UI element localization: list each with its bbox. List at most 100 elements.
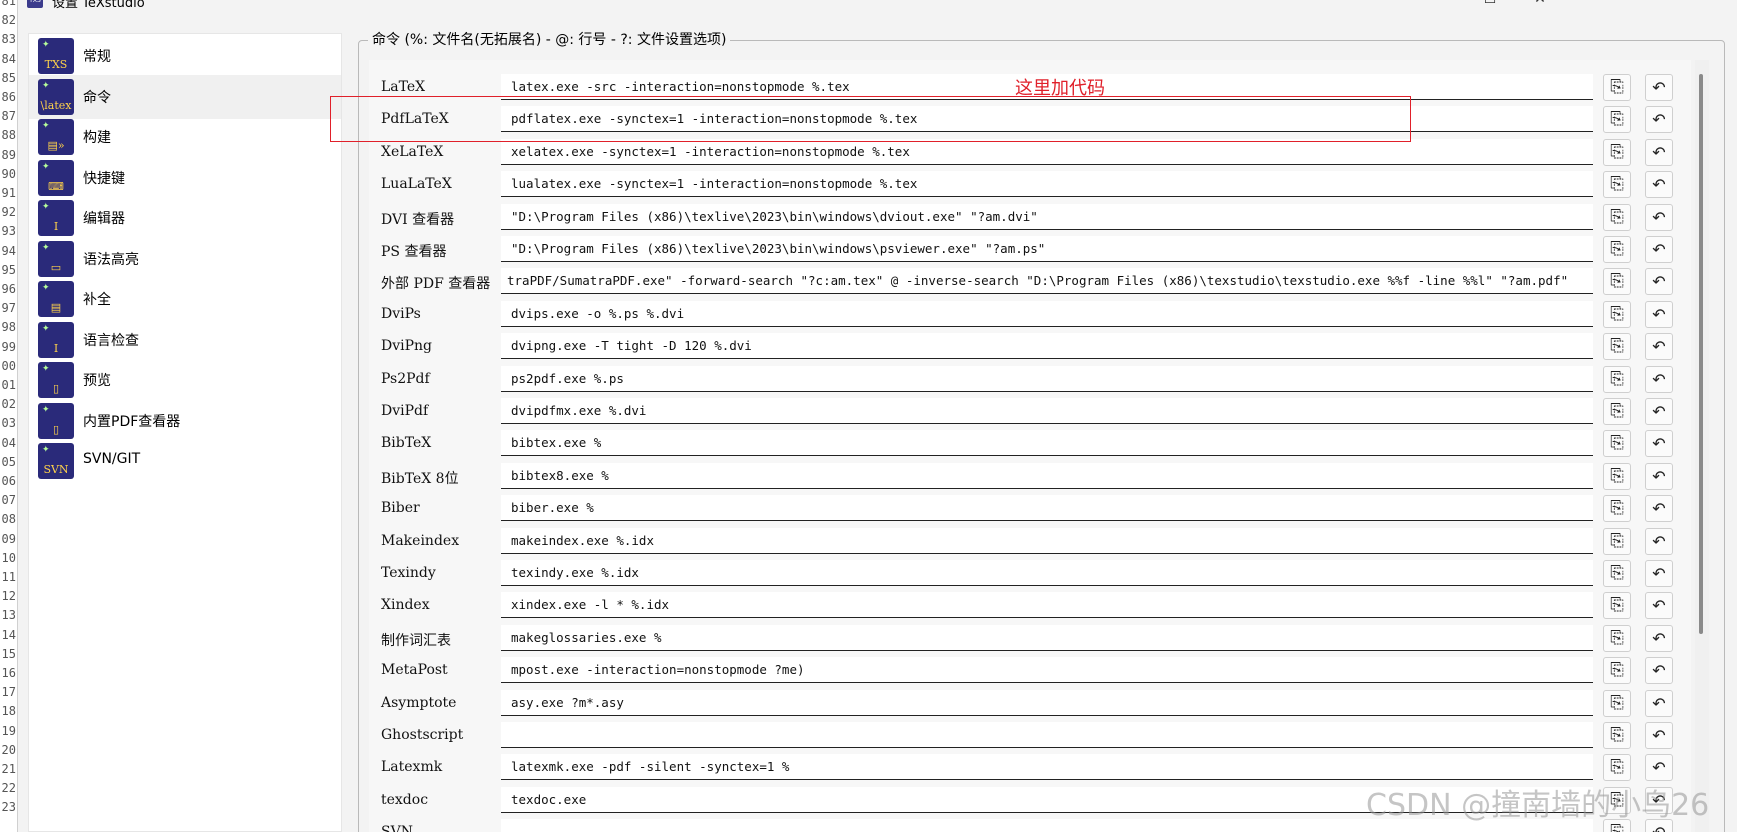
annotation-text: 这里加代码 [1015,78,1105,99]
open-file-icon[interactable]: ⎘ [1603,398,1631,425]
undo-icon[interactable]: ↶ [1645,138,1673,166]
sidebar-item-8[interactable]: ✦ ▯ 预览 [29,358,341,402]
sidebar-item-5[interactable]: ✦ ▭ 语法高亮 [29,237,341,281]
line-number: 23 [1,800,16,815]
command-row: Ps2Pdf ps2pdf.exe %.ps ⎘ ↶ [369,364,1691,394]
command-label: Texindy [381,565,436,581]
open-file-icon[interactable]: ⎘ [1603,365,1631,393]
sidebar-item-7[interactable]: ✦ I 语言检查 [29,318,341,362]
sidebar-item-9[interactable]: ✦ ▯ 内置PDF查看器 [29,399,341,443]
undo-icon[interactable]: ↶ [1645,754,1673,782]
open-file-icon[interactable]: ⎘ [1603,657,1631,685]
undo-icon[interactable]: ↶ [1645,333,1673,361]
line-number: 99 [1,339,16,354]
open-file-icon[interactable]: ⎘ [1603,236,1631,263]
command-input[interactable]: biber.exe % [501,495,1593,522]
line-number: 94 [1,243,16,258]
vertical-scrollbar[interactable] [1695,60,1709,832]
undo-icon[interactable]: ↶ [1645,236,1673,263]
undo-icon[interactable]: ↶ [1645,624,1673,652]
sidebar-item-0[interactable]: ✦ TXS 常规 [29,34,341,78]
open-file-icon[interactable]: ⎘ [1603,560,1631,587]
command-input[interactable] [501,722,1593,748]
maximize-icon[interactable]: ☐ [1480,0,1500,7]
internal-pdf-viewer-icon: ✦ ▯ [38,402,74,439]
line-number: 84 [1,51,16,66]
command-input[interactable]: bibtex.exe % [501,430,1593,457]
sidebar-item-10[interactable]: ✦ SVN SVN/GIT [29,439,341,483]
command-input[interactable]: bibtex8.exe % [501,462,1593,489]
undo-icon[interactable]: ↶ [1645,203,1673,231]
sidebar-item-3[interactable]: ✦ ⌨ 快捷键 [29,156,341,200]
open-file-icon[interactable]: ⎘ [1603,754,1631,782]
undo-icon[interactable]: ↶ [1645,365,1673,393]
command-input[interactable]: xindex.exe -l * %.idx [501,592,1593,619]
sidebar-item-label: 命令 [83,89,111,106]
open-file-icon[interactable]: ⎘ [1603,333,1631,361]
command-input[interactable]: ps2pdf.exe %.ps [501,365,1593,392]
open-file-icon[interactable]: ⎘ [1603,495,1631,523]
command-label: BibTeX [381,435,432,452]
undo-icon[interactable]: ↶ [1645,527,1673,555]
open-file-icon[interactable]: ⎘ [1603,624,1631,652]
open-file-icon[interactable]: ⎘ [1603,722,1631,749]
undo-icon[interactable]: ↶ [1645,560,1673,587]
command-input[interactable]: makeglossaries.exe % [501,624,1593,651]
window-title: 设置 TeXstudio [52,0,145,11]
line-number: 98 [1,320,16,335]
command-input[interactable]: texindy.exe %.idx [501,560,1593,586]
minimize-icon[interactable]: — [1421,0,1441,7]
undo-icon[interactable]: ↶ [1645,430,1673,458]
command-input[interactable]: latexmk.exe -pdf -silent -synctex=1 % [501,754,1593,781]
open-file-icon[interactable]: ⎘ [1603,203,1631,231]
command-label: Ghostscript [381,727,464,743]
command-input[interactable]: lualatex.exe -synctex=1 -interaction=non… [501,171,1593,198]
command-input[interactable]: "D:\Program Files (x86)\texlive\2023\bin… [501,203,1593,230]
undo-icon[interactable]: ↶ [1645,722,1673,749]
open-file-icon[interactable]: ⎘ [1603,462,1631,490]
sidebar-item-label: 编辑器 [83,211,125,227]
undo-icon[interactable]: ↶ [1645,268,1673,296]
undo-icon[interactable]: ↶ [1645,657,1673,685]
open-file-icon[interactable]: ⎘ [1603,171,1631,199]
icon-glyph: \latex [40,98,72,112]
sidebar-item-2[interactable]: ✦ ▤» 构建 [29,115,341,159]
command-input[interactable]: dvipdfmx.exe %.dvi [501,398,1593,424]
sparkle-icon: ✦ [42,283,50,293]
undo-icon[interactable]: ↶ [1645,495,1673,523]
scrollbar-thumb[interactable] [1699,74,1703,634]
undo-icon[interactable]: ↶ [1645,398,1673,425]
sidebar-item-4[interactable]: ✦ I 编辑器 [29,196,341,240]
sidebar-item-1[interactable]: ✦ \latex 命令 [29,74,341,119]
command-input[interactable]: traPDF/SumatraPDF.exe" -forward-search "… [501,268,1593,295]
open-file-icon[interactable]: ⎘ [1603,138,1631,166]
undo-icon[interactable]: ↶ [1645,689,1673,717]
undo-icon[interactable]: ↶ [1645,74,1673,101]
undo-icon[interactable]: ↶ [1645,592,1673,620]
command-input[interactable]: dvips.exe -o %.ps %.dvi [501,300,1593,327]
icon-glyph: I [53,341,59,355]
undo-icon[interactable]: ↶ [1645,171,1673,199]
open-file-icon[interactable]: ⎘ [1603,268,1631,296]
undo-icon[interactable]: ↶ [1645,300,1673,328]
command-row: DVI 查看器 "D:\Program Files (x86)\texlive\2… [369,202,1691,232]
open-file-icon[interactable]: ⎘ [1603,430,1631,458]
open-file-icon[interactable]: ⎘ [1603,527,1631,555]
undo-icon[interactable]: ↶ [1645,106,1673,134]
close-icon[interactable]: ✕ [1530,0,1550,7]
command-input[interactable]: xelatex.exe -synctex=1 -interaction=nons… [501,138,1593,165]
sidebar-item-6[interactable]: ✦ ▤ 补全 [29,277,341,321]
open-file-icon[interactable]: ⎘ [1603,689,1631,717]
open-file-icon[interactable]: ⎘ [1603,74,1631,101]
command-input[interactable]: asy.exe ?m*.asy [501,689,1593,716]
undo-icon[interactable]: ↶ [1645,462,1673,490]
command-input[interactable]: "D:\Program Files (x86)\texlive\2023\bin… [501,236,1593,262]
open-file-icon[interactable]: ⎘ [1603,106,1631,134]
build-icon: ✦ ▤» [38,119,74,155]
command-input[interactable]: dvipng.exe -T tight -D 120 %.dvi [501,333,1593,360]
command-input[interactable]: mpost.exe -interaction=nonstopmode ?me) [501,657,1593,684]
open-file-icon[interactable]: ⎘ [1603,592,1631,620]
command-row: DviPdf dvipdfmx.exe %.dvi ⎘ ↶ [369,396,1691,426]
open-file-icon[interactable]: ⎘ [1603,300,1631,328]
command-input[interactable]: makeindex.exe %.idx [501,527,1593,554]
